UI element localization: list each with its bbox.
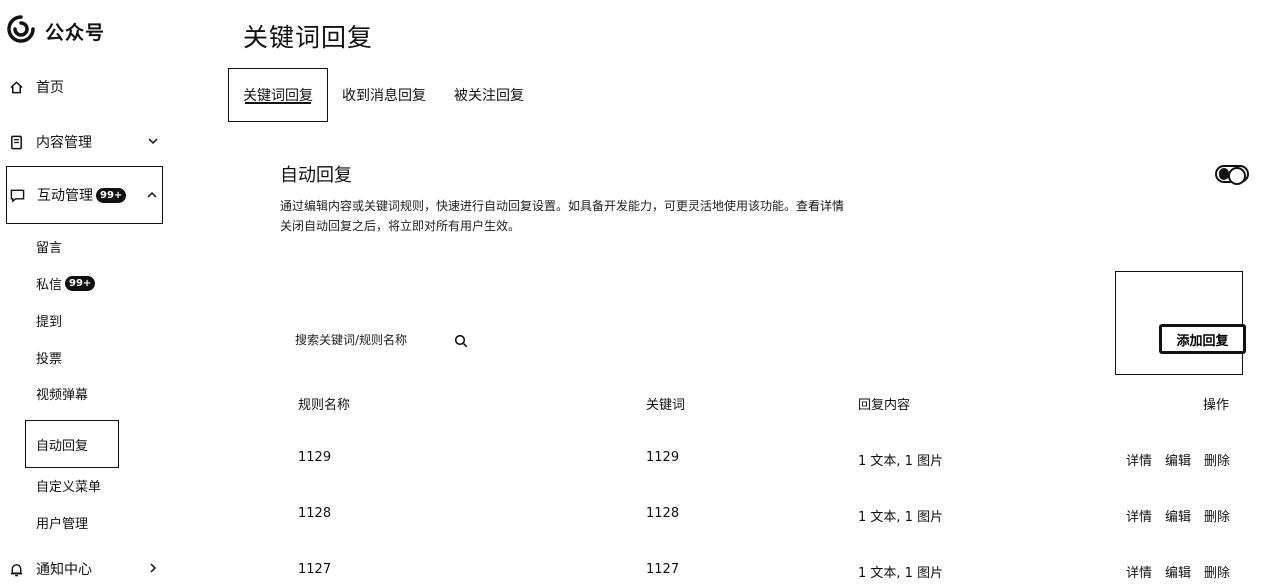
tab-follow-reply[interactable]: 被关注回复 — [440, 68, 538, 122]
page-title: 关键词回复 — [243, 23, 374, 52]
search-icon[interactable] — [454, 333, 468, 348]
delete-link[interactable]: 删除 — [1204, 562, 1230, 581]
document-icon — [8, 134, 24, 150]
app-name: 公众号 — [45, 21, 106, 44]
auto-reply-title: 自动回复 — [280, 165, 352, 186]
details-link[interactable]: 详情 — [1126, 506, 1152, 525]
tab-message-reply[interactable]: 收到消息回复 — [328, 68, 440, 122]
view-details-link[interactable]: 查看详情 — [796, 199, 844, 213]
edit-link[interactable]: 编辑 — [1165, 562, 1191, 581]
sub-item-auto-reply[interactable]: 自动回复 — [25, 420, 119, 468]
tab-bar: 关键词回复 收到消息回复 被关注回复 — [228, 68, 538, 122]
messages-badge: 99+ — [65, 275, 96, 291]
logo[interactable]: 公众号 — [6, 14, 105, 48]
wechat-mp-logo-icon — [6, 14, 36, 48]
nav-home-label: 首页 — [36, 80, 64, 96]
chevron-up-icon — [146, 189, 158, 201]
auto-reply-toggle[interactable] — [1215, 165, 1249, 185]
edit-link[interactable]: 编辑 — [1165, 450, 1191, 469]
rule-name-cell: 1127 — [298, 562, 332, 577]
sub-item-messages[interactable]: 私信 99+ — [36, 272, 96, 294]
nav-home[interactable]: 首页 — [6, 72, 163, 102]
nav-notice[interactable]: 通知中心 — [6, 554, 163, 584]
sidebar: 公众号 首页 内容管理 互动管理 99+ 留言 私信 99+ 提到 投票 视频弹… — [0, 0, 170, 584]
keyword-cell: 1129 — [646, 450, 680, 465]
chevron-right-icon — [147, 562, 159, 574]
sub-item-votes[interactable]: 投票 — [36, 346, 62, 368]
auto-reply-description: 通过编辑内容或关键词规则，快速进行自动回复设置。如具备开发能力，可更灵活地使用该… — [280, 196, 844, 236]
interaction-badge: 99+ — [96, 187, 127, 203]
column-header-rule-name: 规则名称 — [298, 398, 351, 413]
add-reply-button[interactable]: 添加回复 — [1159, 324, 1246, 354]
reply-content-cell: 1 文本, 1 图片 — [858, 454, 944, 469]
description-text-1: 通过编辑内容或关键词规则，快速进行自动回复设置。如具备开发能力，可更灵活地使用该… — [280, 199, 797, 213]
reply-content-cell: 1 文本, 1 图片 — [858, 510, 944, 525]
bell-icon — [8, 561, 24, 577]
nav-interaction[interactable]: 互动管理 99+ — [6, 166, 163, 224]
sub-item-user-management[interactable]: 用户管理 — [36, 511, 88, 533]
tab-message-reply-label: 收到消息回复 — [342, 88, 426, 104]
comment-icon — [9, 187, 25, 203]
sub-item-messages-label: 私信 — [36, 277, 63, 293]
nav-interaction-label: 互动管理 — [37, 188, 93, 204]
rule-name-cell: 1128 — [298, 506, 332, 521]
description-line-2: 关闭自动回复之后，将立即对所有用户生效。 — [280, 219, 521, 233]
tab-follow-reply-label: 被关注回复 — [454, 88, 524, 104]
search-box — [286, 325, 476, 355]
tab-keyword-reply[interactable]: 关键词回复 — [228, 68, 328, 122]
description-line-1: 通过编辑内容或关键词规则，快速进行自动回复设置。如具备开发能力，可更灵活地使用该… — [280, 196, 844, 216]
delete-link[interactable]: 删除 — [1204, 450, 1230, 469]
rule-name-cell: 1129 — [298, 450, 332, 465]
sub-item-mentions[interactable]: 提到 — [36, 309, 62, 331]
keyword-cell: 1127 — [646, 562, 680, 577]
nav-content[interactable]: 内容管理 — [6, 127, 163, 157]
keyword-cell: 1128 — [646, 506, 680, 521]
column-header-keyword: 关键词 — [646, 398, 686, 413]
nav-content-label: 内容管理 — [36, 135, 92, 151]
edit-link[interactable]: 编辑 — [1165, 506, 1191, 525]
column-header-reply-content: 回复内容 — [858, 398, 911, 413]
home-icon — [8, 79, 24, 95]
sub-item-comments[interactable]: 留言 — [36, 235, 62, 257]
chevron-down-icon — [147, 135, 159, 147]
sub-item-custom-menu[interactable]: 自定义菜单 — [36, 474, 101, 496]
nav-notice-label: 通知中心 — [36, 562, 92, 578]
reply-content-cell: 1 文本, 1 图片 — [858, 566, 944, 581]
details-link[interactable]: 详情 — [1126, 562, 1152, 581]
active-tab-indicator — [245, 102, 311, 104]
add-reply-highlight — [1115, 271, 1243, 375]
column-header-actions: 操作 — [1203, 398, 1230, 413]
details-link[interactable]: 详情 — [1126, 450, 1152, 469]
sub-item-video-danmaku[interactable]: 视频弹幕 — [36, 382, 88, 404]
delete-link[interactable]: 删除 — [1204, 506, 1230, 525]
search-input[interactable] — [295, 333, 445, 347]
